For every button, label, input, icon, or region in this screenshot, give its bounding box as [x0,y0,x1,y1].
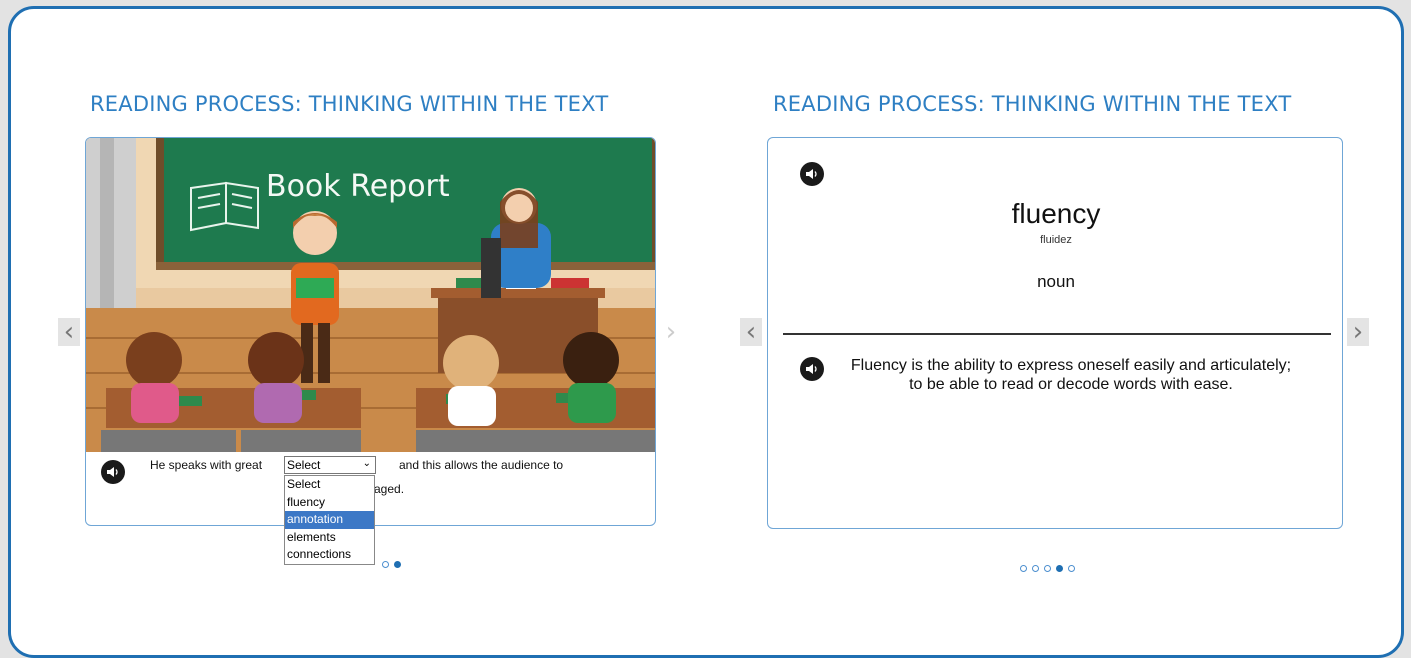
right-card: fluency fluidez noun Fluency is the abil… [767,137,1343,529]
chevron-down-icon: ⌄ [362,458,371,469]
left-dot-4[interactable] [382,561,389,568]
option-select[interactable]: Select [285,476,374,494]
right-prev-arrow[interactable]: ‹ [740,317,762,347]
definition-text: Fluency is the ability to express onesel… [850,357,1292,393]
left-audio-button[interactable] [101,460,125,484]
left-pagination [382,561,401,568]
left-card: Book Report He speaks with great Select … [85,137,656,526]
select-value: Select [287,458,321,472]
sentence-part-1: He speaks with great [150,458,263,472]
option-connections[interactable]: connections [285,546,374,564]
speaker-icon [806,364,817,374]
board-text: Book Report [266,169,450,204]
left-next-arrow[interactable]: › [660,317,682,347]
sentence-part-2: and this allows the audience to [399,458,564,472]
left-dot-5[interactable] [394,561,401,568]
right-dot-1[interactable] [1020,565,1027,572]
right-pagination [1020,565,1075,572]
definition-audio-button[interactable] [800,357,824,381]
option-elements[interactable]: elements [285,529,374,547]
classroom-illustration: Book Report [86,138,655,452]
speaker-icon [806,169,817,179]
sentence-line-2: aged. [374,482,405,496]
right-next-arrow[interactable]: › [1347,317,1369,347]
left-panel-title: READING PROCESS: THINKING WITHIN THE TEX… [90,92,609,116]
option-fluency[interactable]: fluency [285,494,374,512]
left-prev-arrow[interactable]: ‹ [58,317,80,347]
word-audio-button[interactable] [800,162,824,186]
speaker-icon [107,467,118,477]
vocab-translation: fluidez [1040,234,1072,246]
word-select[interactable]: Select ⌄ [284,456,376,474]
right-panel-title: READING PROCESS: THINKING WITHIN THE TEX… [773,92,1292,116]
right-dot-4[interactable] [1056,565,1063,572]
right-dot-2[interactable] [1032,565,1039,572]
option-annotation[interactable]: annotation [285,511,374,529]
right-dot-3[interactable] [1044,565,1051,572]
part-of-speech: noun [1037,272,1075,291]
select-dropdown: Select fluency annotation elements conne… [284,475,375,565]
divider [783,333,1331,335]
vocab-word: fluency [1011,198,1101,229]
right-dot-5[interactable] [1068,565,1075,572]
